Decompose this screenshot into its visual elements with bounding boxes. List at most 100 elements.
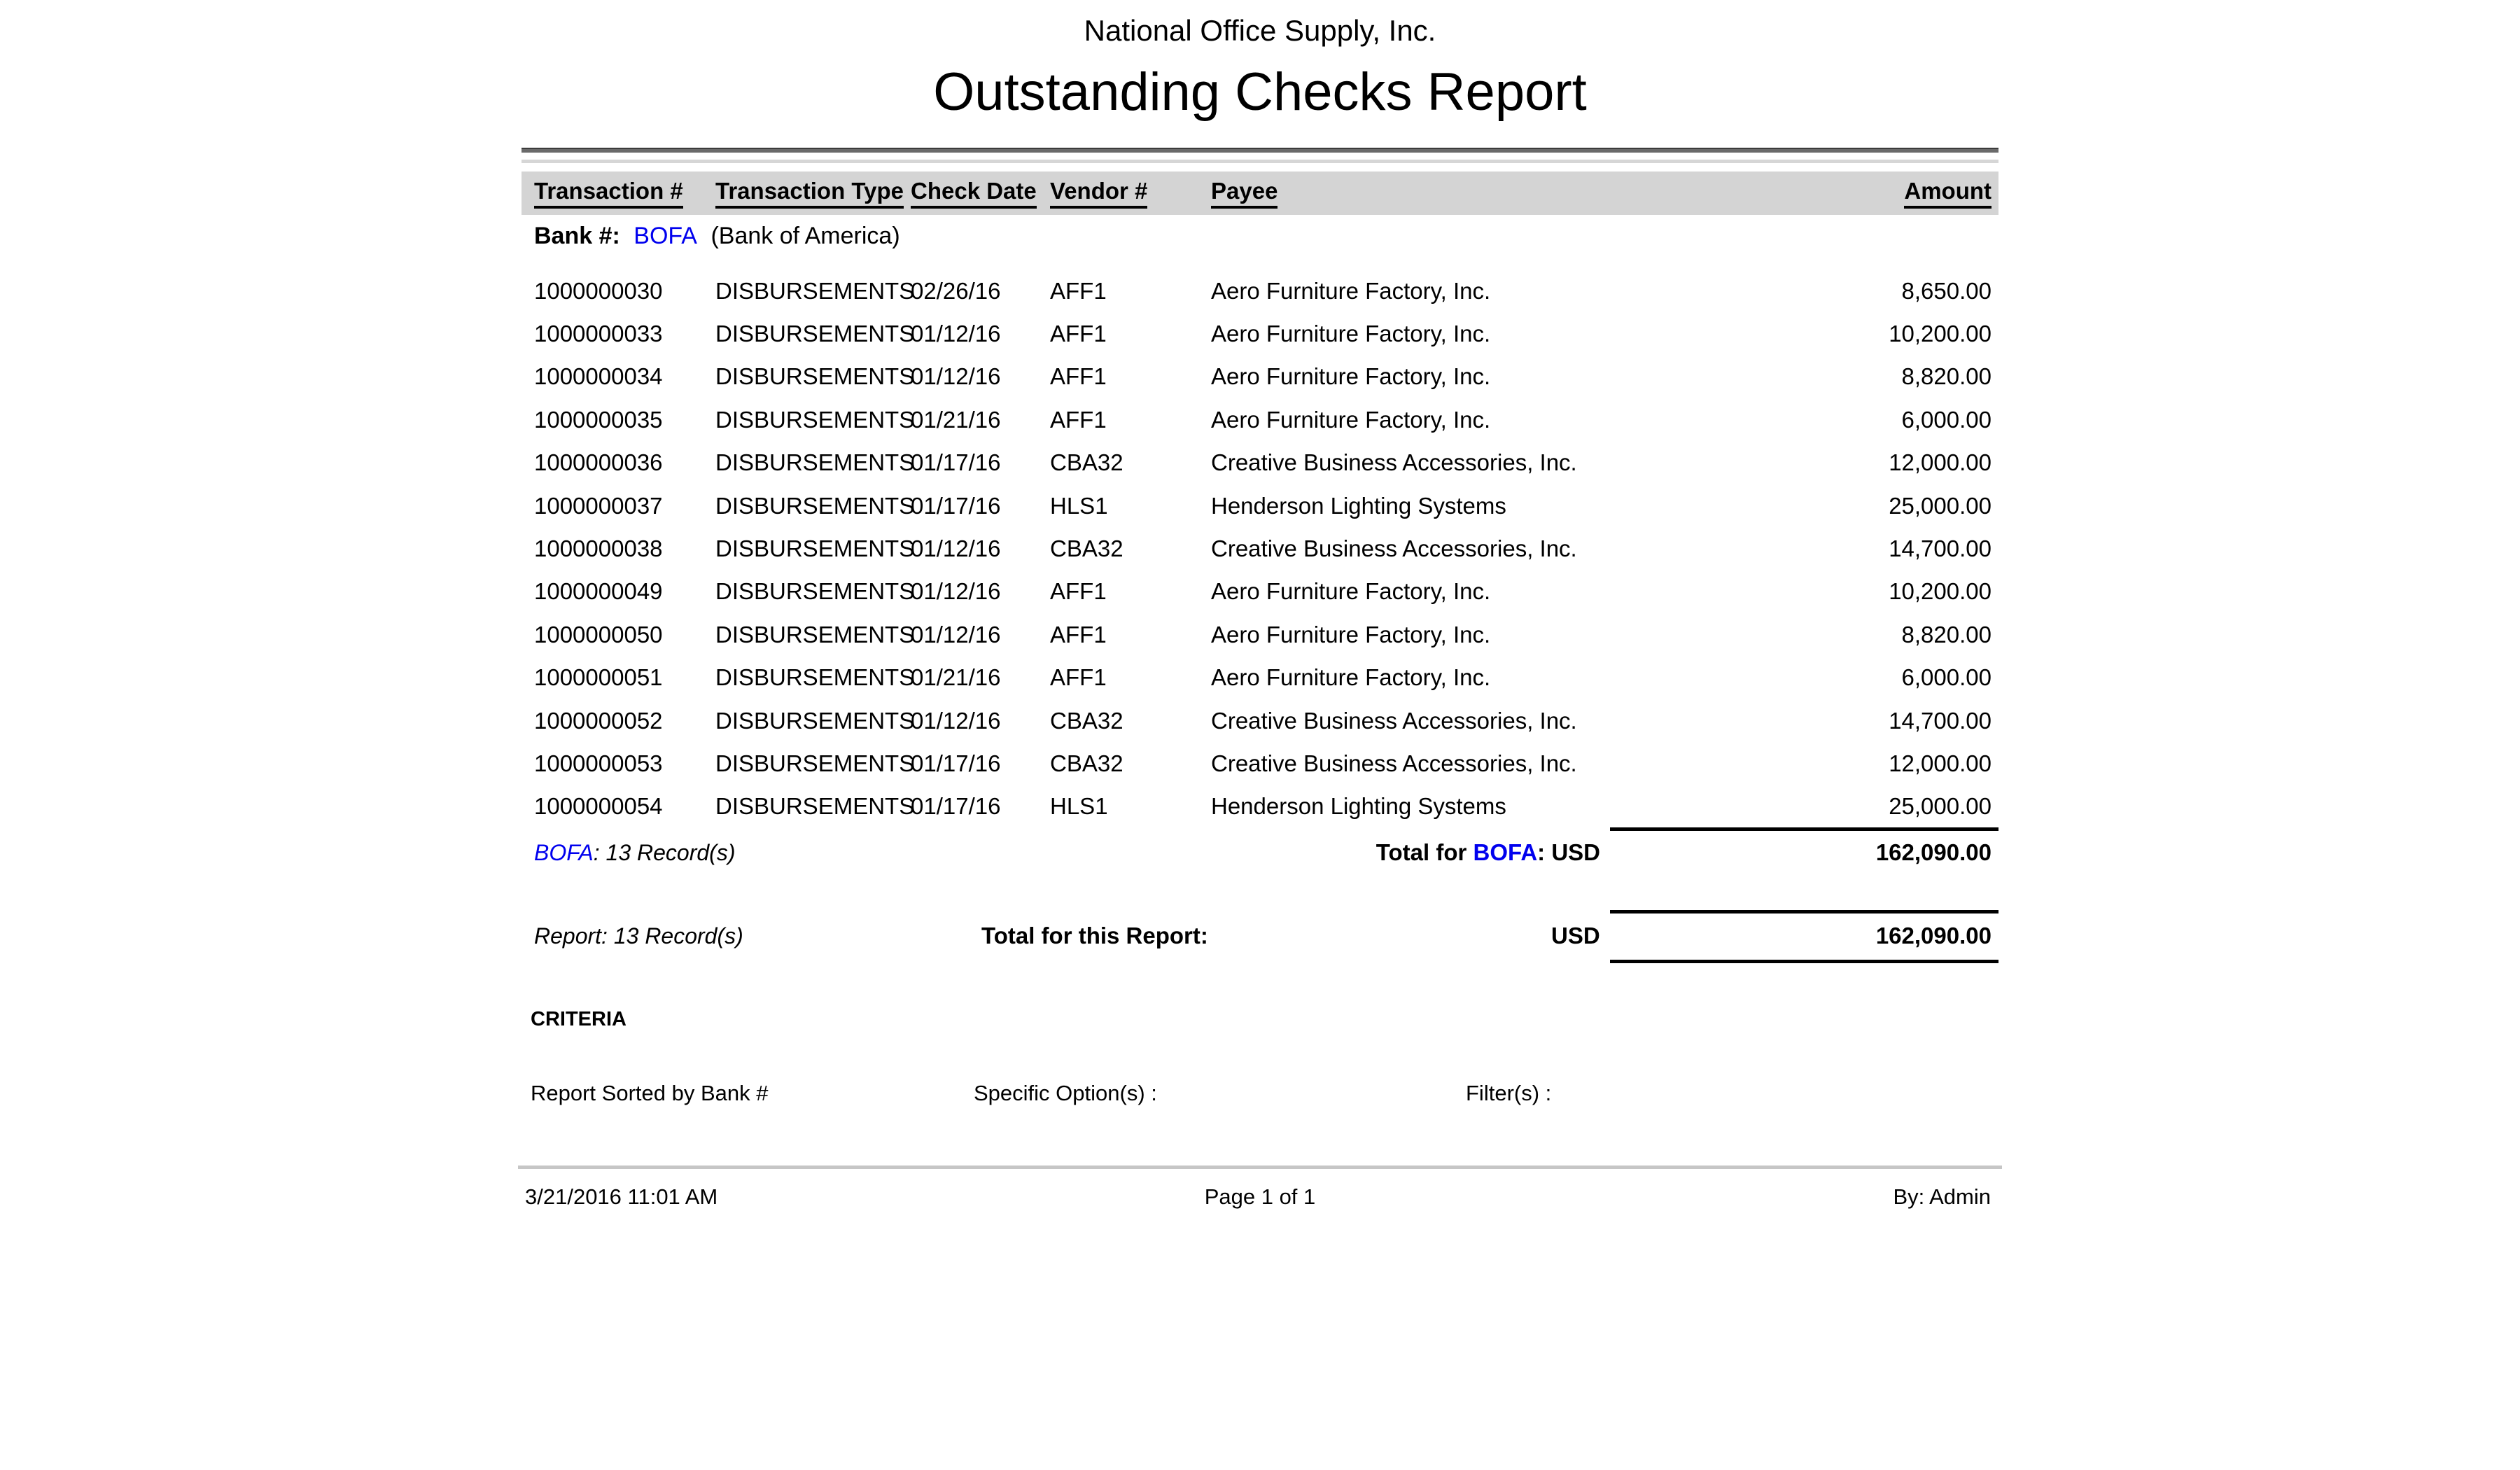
column-header-check-date[interactable]: Check Date: [911, 178, 1050, 209]
cell-transaction-type: DISBURSEMENTS: [715, 449, 911, 476]
bank-number-label: Bank #:: [534, 223, 620, 249]
cell-transaction-number: 1000000050: [534, 622, 715, 648]
report-total-rule-top: [1610, 910, 1998, 913]
cell-amount: 25,000.00: [1690, 793, 1991, 820]
cell-transaction-number: 1000000030: [534, 278, 715, 304]
footer-rule: [518, 1166, 2002, 1169]
cell-vendor-number: HLS1: [1050, 493, 1211, 519]
cell-amount: 12,000.00: [1690, 750, 1991, 777]
cell-amount: 12,000.00: [1690, 449, 1991, 476]
column-header-vendor-number[interactable]: Vendor #: [1050, 178, 1211, 209]
cell-check-date: 01/12/16: [911, 708, 1050, 734]
cell-check-date: 01/21/16: [911, 407, 1050, 433]
title-rule-dark: [522, 148, 1998, 153]
cell-check-date: 01/12/16: [911, 363, 1050, 390]
cell-vendor-number: AFF1: [1050, 407, 1211, 433]
table-row: 1000000035 DISBURSEMENTS 01/21/16 AFF1 A…: [522, 398, 1998, 441]
cell-vendor-number: AFF1: [1050, 664, 1211, 691]
cell-check-date: 01/12/16: [911, 622, 1050, 648]
cell-transaction-type: DISBURSEMENTS: [715, 750, 911, 777]
cell-vendor-number: AFF1: [1050, 321, 1211, 347]
bank-total-row: BOFA: 13 Record(s) Total for BOFA: USD 1…: [522, 832, 1998, 874]
column-header-amount[interactable]: Amount: [1690, 178, 1991, 209]
cell-payee: Aero Furniture Factory, Inc.: [1211, 622, 1690, 648]
cell-payee: Aero Furniture Factory, Inc.: [1211, 278, 1690, 304]
cell-check-date: 01/12/16: [911, 321, 1050, 347]
cell-check-date: 01/17/16: [911, 449, 1050, 476]
bank-code-link[interactable]: BOFA: [634, 223, 697, 249]
table-row: 1000000036 DISBURSEMENTS 01/17/16 CBA32 …: [522, 442, 1998, 484]
cell-check-date: 01/12/16: [911, 536, 1050, 562]
table-row: 1000000030 DISBURSEMENTS 02/26/16 AFF1 A…: [522, 270, 1998, 312]
cell-vendor-number: CBA32: [1050, 449, 1211, 476]
report-page: National Office Supply, Inc. Outstanding…: [522, 0, 1998, 1470]
company-name: National Office Supply, Inc.: [522, 14, 1998, 48]
cell-transaction-type: DISBURSEMENTS: [715, 622, 911, 648]
cell-vendor-number: CBA32: [1050, 708, 1211, 734]
cell-amount: 25,000.00: [1690, 493, 1991, 519]
cell-check-date: 01/17/16: [911, 493, 1050, 519]
bank-group-header: Bank #: BOFA (Bank of America): [534, 218, 900, 253]
cell-check-date: 01/17/16: [911, 750, 1050, 777]
table-row: 1000000051 DISBURSEMENTS 01/21/16 AFF1 A…: [522, 657, 1998, 699]
cell-transaction-type: DISBURSEMENTS: [715, 407, 911, 433]
cell-transaction-type: DISBURSEMENTS: [715, 536, 911, 562]
cell-transaction-type: DISBURSEMENTS: [715, 493, 911, 519]
cell-amount: 10,200.00: [1690, 321, 1991, 347]
cell-check-date: 01/21/16: [911, 664, 1050, 691]
column-header-transaction-number[interactable]: Transaction #: [534, 178, 715, 209]
cell-payee: Aero Furniture Factory, Inc.: [1211, 363, 1690, 390]
cell-payee: Henderson Lighting Systems: [1211, 493, 1690, 519]
cell-transaction-type: DISBURSEMENTS: [715, 664, 911, 691]
cell-transaction-number: 1000000036: [534, 449, 715, 476]
report-record-count: Report: 13 Record(s): [534, 914, 743, 958]
title-rule-light: [522, 160, 1998, 163]
criteria-sorted-by: Report Sorted by Bank #: [531, 1078, 768, 1109]
cell-amount: 6,000.00: [1690, 407, 1991, 433]
cell-transaction-type: DISBURSEMENTS: [715, 321, 911, 347]
cell-payee: Creative Business Accessories, Inc.: [1211, 708, 1690, 734]
cell-payee: Aero Furniture Factory, Inc.: [1211, 321, 1690, 347]
cell-amount: 14,700.00: [1690, 708, 1991, 734]
cell-payee: Henderson Lighting Systems: [1211, 793, 1690, 820]
report-title: Outstanding Checks Report: [522, 57, 1998, 127]
cell-amount: 14,700.00: [1690, 536, 1991, 562]
bank-total-label: Total for BOFA: USD: [1376, 832, 1600, 874]
cell-vendor-number: HLS1: [1050, 793, 1211, 820]
cell-vendor-number: AFF1: [1050, 278, 1211, 304]
table-rows: 1000000030 DISBURSEMENTS 02/26/16 AFF1 A…: [522, 270, 1998, 828]
bank-total-rule: [1610, 827, 1998, 831]
cell-amount: 8,820.00: [1690, 363, 1991, 390]
bank-code-link[interactable]: BOFA: [1473, 839, 1537, 865]
report-total-amount: 162,090.00: [1876, 914, 1991, 958]
cell-transaction-number: 1000000053: [534, 750, 715, 777]
cell-check-date: 01/12/16: [911, 578, 1050, 605]
cell-vendor-number: AFF1: [1050, 578, 1211, 605]
column-header-payee[interactable]: Payee: [1211, 178, 1690, 209]
cell-check-date: 02/26/16: [911, 278, 1050, 304]
table-row: 1000000053 DISBURSEMENTS 01/17/16 CBA32 …: [522, 742, 1998, 785]
table-header-row: Transaction # Transaction Type Check Dat…: [522, 172, 1998, 215]
table-row: 1000000050 DISBURSEMENTS 01/12/16 AFF1 A…: [522, 613, 1998, 656]
criteria-specific-options: Specific Option(s) :: [974, 1078, 1157, 1109]
bank-code-link[interactable]: BOFA: [534, 840, 594, 865]
table-row: 1000000049 DISBURSEMENTS 01/12/16 AFF1 A…: [522, 570, 1998, 613]
table-row: 1000000037 DISBURSEMENTS 01/17/16 HLS1 H…: [522, 484, 1998, 527]
table-row: 1000000054 DISBURSEMENTS 01/17/16 HLS1 H…: [522, 785, 1998, 828]
column-header-transaction-type[interactable]: Transaction Type: [715, 178, 911, 209]
table-row: 1000000033 DISBURSEMENTS 01/12/16 AFF1 A…: [522, 312, 1998, 355]
cell-payee: Creative Business Accessories, Inc.: [1211, 750, 1690, 777]
table-row: 1000000034 DISBURSEMENTS 01/12/16 AFF1 A…: [522, 356, 1998, 398]
cell-transaction-type: DISBURSEMENTS: [715, 363, 911, 390]
bank-name: (Bank of America): [710, 223, 899, 249]
cell-transaction-number: 1000000038: [534, 536, 715, 562]
cell-amount: 8,650.00: [1690, 278, 1991, 304]
cell-transaction-number: 1000000037: [534, 493, 715, 519]
footer-page-number: Page 1 of 1: [522, 1182, 1998, 1212]
cell-check-date: 01/17/16: [911, 793, 1050, 820]
cell-transaction-type: DISBURSEMENTS: [715, 708, 911, 734]
cell-transaction-number: 1000000034: [534, 363, 715, 390]
cell-payee: Creative Business Accessories, Inc.: [1211, 536, 1690, 562]
cell-transaction-number: 1000000049: [534, 578, 715, 605]
cell-payee: Aero Furniture Factory, Inc.: [1211, 664, 1690, 691]
